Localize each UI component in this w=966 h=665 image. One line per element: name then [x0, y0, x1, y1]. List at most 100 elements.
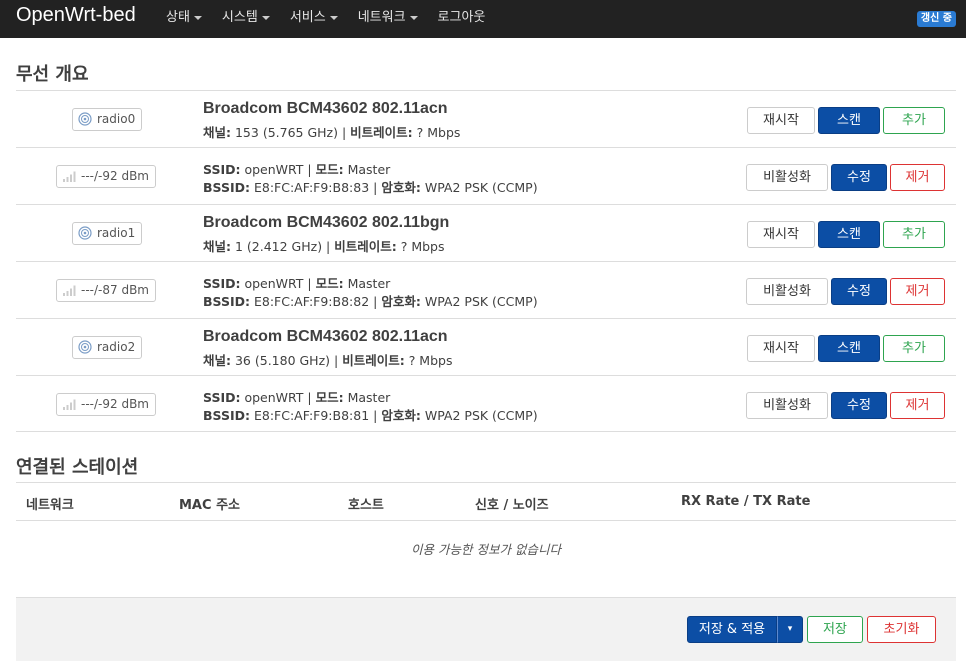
signal-value: ---/-92 dBm — [81, 169, 149, 183]
menu-status[interactable]: 상태 — [166, 0, 202, 38]
col-host: 호스트 — [348, 498, 384, 513]
wireless-overview-title: 무선 개요 — [16, 64, 89, 85]
caret-down-icon — [329, 15, 338, 20]
network-bssid-line: BSSID: E8:FC:AF:F9:B8:83 | 암호화: WPA2 PSK… — [203, 180, 538, 195]
bssid-label: BSSID: — [203, 408, 250, 423]
radio-row: radio1 Broadcom BCM43602 802.11bgn 채널: 1… — [16, 204, 956, 261]
page-actions: 저장 & 적용 ▾ 저장 초기화 — [16, 597, 956, 661]
menu-system-label: 시스템 — [221, 10, 258, 25]
radio-row: radio0 Broadcom BCM43602 802.11acn 채널: 1… — [16, 90, 956, 147]
radio-row: radio2 Broadcom BCM43602 802.11acn 채널: 3… — [16, 318, 956, 375]
channel-label: 채널: — [203, 353, 231, 368]
signal-bars-icon — [63, 171, 76, 182]
remove-button[interactable]: 제거 — [890, 164, 945, 191]
restart-button[interactable]: 재시작 — [747, 221, 815, 248]
channel-label: 채널: — [203, 125, 231, 140]
radio-actions: 재시작 스캔 추가 — [744, 335, 945, 362]
add-button[interactable]: 추가 — [883, 335, 945, 362]
menu-logout-label: 로그아웃 — [437, 10, 486, 25]
radio-actions: 재시작 스캔 추가 — [744, 221, 945, 248]
encryption-value: WPA2 PSK (CCMP) — [424, 408, 538, 423]
network-bssid-line: BSSID: E8:FC:AF:F9:B8:81 | 암호화: WPA2 PSK… — [203, 408, 538, 423]
scan-button[interactable]: 스캔 — [818, 107, 880, 134]
bitrate-label: 비트레이트: — [350, 125, 413, 140]
menu-network[interactable]: 네트워크 — [358, 0, 418, 38]
network-row: ---/-92 dBm SSID: openWRT | 모드: Master B… — [16, 375, 956, 432]
channel-value: 1 (2.412 GHz) — [234, 239, 323, 254]
chevron-down-icon[interactable]: ▾ — [777, 616, 803, 643]
bitrate-value: ? Mbps — [400, 239, 445, 254]
restart-button[interactable]: 재시작 — [747, 107, 815, 134]
device-name: Broadcom BCM43602 802.11acn — [203, 100, 448, 117]
bitrate-value: ? Mbps — [416, 125, 461, 140]
edit-button[interactable]: 수정 — [831, 164, 887, 191]
col-signal-noise: 신호 / 노이즈 — [475, 498, 549, 513]
ssid-value: openWRT — [244, 276, 304, 291]
network-bssid-line: BSSID: E8:FC:AF:F9:B8:82 | 암호화: WPA2 PSK… — [203, 294, 538, 309]
col-network: 네트워크 — [26, 498, 74, 513]
channel-value: 36 (5.180 GHz) — [234, 353, 331, 368]
menu-logout[interactable]: 로그아웃 — [438, 0, 486, 38]
radio-name: radio0 — [97, 112, 136, 126]
bssid-value: E8:FC:AF:F9:B8:81 — [253, 408, 370, 423]
signal-value: ---/-87 dBm — [81, 283, 149, 297]
disable-button[interactable]: 비활성화 — [746, 278, 828, 305]
scan-button[interactable]: 스캔 — [818, 335, 880, 362]
menu-system[interactable]: 시스템 — [222, 0, 270, 38]
restart-button[interactable]: 재시작 — [747, 335, 815, 362]
caret-down-icon — [261, 15, 270, 20]
scan-button[interactable]: 스캔 — [818, 221, 880, 248]
add-button[interactable]: 추가 — [883, 221, 945, 248]
disable-button[interactable]: 비활성화 — [746, 392, 828, 419]
radio-name: radio2 — [97, 340, 136, 354]
radio-badge: radio1 — [72, 222, 143, 245]
radio-actions: 재시작 스캔 추가 — [744, 107, 945, 134]
ssid-label: SSID: — [203, 276, 241, 291]
signal-badge: ---/-92 dBm — [56, 393, 156, 416]
refresh-badge[interactable]: 갱신 중 — [916, 11, 956, 27]
bssid-value: E8:FC:AF:F9:B8:83 — [253, 180, 370, 195]
remove-button[interactable]: 제거 — [890, 392, 945, 419]
save-button[interactable]: 저장 — [807, 616, 863, 643]
associated-stations-table: 네트워크 MAC 주소 호스트 신호 / 노이즈 RX Rate / TX Ra… — [16, 482, 956, 579]
table-header: 네트워크 MAC 주소 호스트 신호 / 노이즈 RX Rate / TX Ra… — [16, 482, 956, 521]
signal-value: ---/-92 dBm — [81, 397, 149, 411]
mode-value: Master — [347, 276, 391, 291]
device-name: Broadcom BCM43602 802.11bgn — [203, 214, 450, 231]
brand-link[interactable]: OpenWrt-bed — [16, 4, 136, 27]
reset-button[interactable]: 초기화 — [867, 616, 936, 643]
add-button[interactable]: 추가 — [883, 107, 945, 134]
network-ssid-line: SSID: openWRT | 모드: Master — [203, 276, 391, 291]
caret-down-icon — [409, 15, 418, 20]
signal-badge: ---/-92 dBm — [56, 165, 156, 188]
menu-network-label: 네트워크 — [357, 10, 406, 25]
main-menu: 상태 시스템 서비스 네트워크 로그아웃 — [166, 0, 505, 38]
network-ssid-line: SSID: openWRT | 모드: Master — [203, 162, 391, 177]
channel-value: 153 (5.765 GHz) — [234, 125, 338, 140]
caret-down-icon — [193, 15, 202, 20]
encryption-value: WPA2 PSK (CCMP) — [424, 180, 538, 195]
save-apply-split-button: 저장 & 적용 ▾ — [687, 616, 803, 643]
disable-button[interactable]: 비활성화 — [746, 164, 828, 191]
empty-message: 이용 가능한 정보가 없습니다 — [411, 542, 561, 557]
ssid-value: openWRT — [244, 390, 304, 405]
mode-label: 모드: — [315, 390, 344, 405]
remove-button[interactable]: 제거 — [890, 278, 945, 305]
save-apply-button[interactable]: 저장 & 적용 — [687, 616, 777, 643]
device-name: Broadcom BCM43602 802.11acn — [203, 328, 448, 345]
col-rx-tx-rate: RX Rate / TX Rate — [681, 494, 811, 509]
bitrate-label: 비트레이트: — [342, 353, 405, 368]
mode-value: Master — [347, 162, 391, 177]
bssid-label: BSSID: — [203, 180, 250, 195]
encryption-label: 암호화: — [381, 408, 421, 423]
bitrate-value: ? Mbps — [408, 353, 453, 368]
radio-badge: radio2 — [72, 336, 143, 359]
edit-button[interactable]: 수정 — [831, 278, 887, 305]
radio-details: 채널: 1 (2.412 GHz) | 비트레이트: ? Mbps — [203, 239, 445, 254]
mode-value: Master — [347, 390, 391, 405]
edit-button[interactable]: 수정 — [831, 392, 887, 419]
wifi-radio-icon — [78, 112, 92, 126]
ssid-value: openWRT — [244, 162, 304, 177]
radio-name: radio1 — [97, 226, 136, 240]
menu-services[interactable]: 서비스 — [290, 0, 338, 38]
